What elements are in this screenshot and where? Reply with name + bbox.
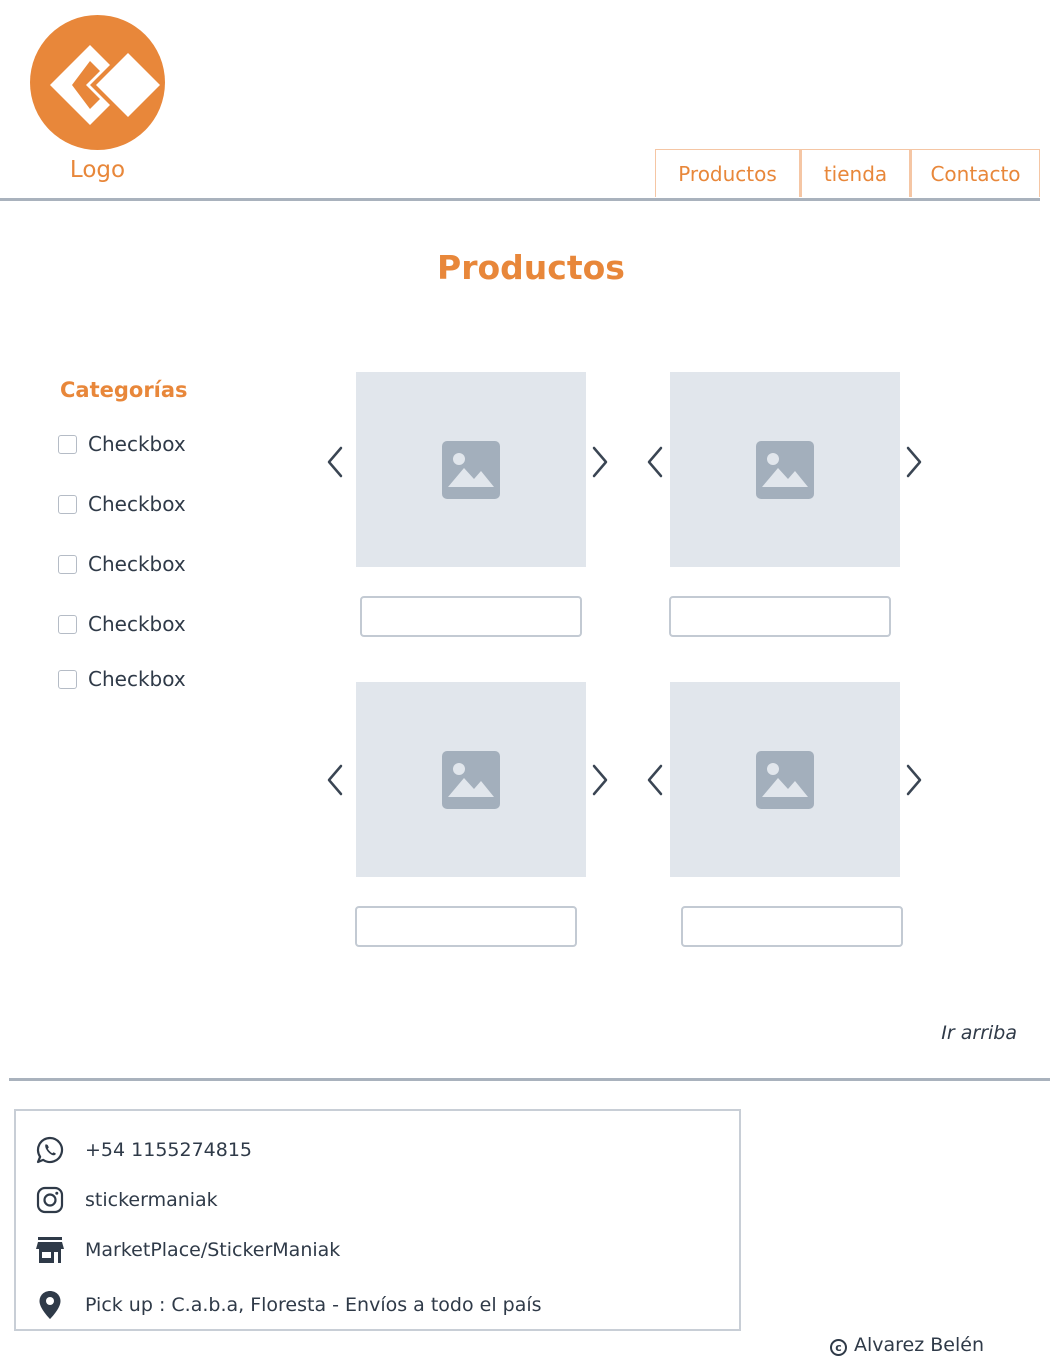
contact-text: stickermaniak	[85, 1189, 218, 1211]
contact-instagram[interactable]: stickermaniak	[34, 1184, 218, 1216]
prev-arrow-icon[interactable]	[643, 762, 667, 798]
checkbox[interactable]	[58, 554, 77, 574]
main-nav: Productos tienda Contacto	[655, 149, 1040, 199]
prev-arrow-icon[interactable]	[643, 444, 667, 480]
contact-marketplace[interactable]: MarketPlace/StickerManiak	[34, 1234, 340, 1266]
header-divider	[0, 198, 1040, 201]
logo-label: Logo	[69, 157, 126, 183]
prev-arrow-icon[interactable]	[323, 444, 347, 480]
category-checkbox-5[interactable]: Checkbox	[58, 667, 186, 691]
image-placeholder-icon	[442, 440, 500, 499]
nav-tab-productos[interactable]: Productos	[655, 149, 800, 197]
image-placeholder-icon	[756, 440, 814, 499]
checkbox-label: Checkbox	[88, 492, 186, 516]
instagram-icon	[34, 1184, 66, 1216]
product-name-field[interactable]	[360, 596, 582, 637]
category-checkbox-4[interactable]: Checkbox	[58, 612, 186, 636]
product-image[interactable]	[670, 682, 900, 877]
nav-tab-contacto[interactable]: Contacto	[910, 149, 1040, 197]
contact-text: Pick up : C.a.b.a, Floresta - Envíos a t…	[85, 1294, 542, 1316]
product-image[interactable]	[670, 372, 900, 567]
contact-text: MarketPlace/StickerManiak	[85, 1239, 341, 1261]
store-icon	[34, 1234, 66, 1266]
contact-whatsapp[interactable]: +54 1155274815	[34, 1134, 252, 1166]
copyright-text: Alvarez Belén	[854, 1334, 984, 1356]
checkbox-label: Checkbox	[88, 612, 186, 636]
checkbox[interactable]	[58, 494, 77, 514]
footer-divider	[9, 1078, 1050, 1081]
checkbox-label: Checkbox	[88, 432, 186, 456]
prev-arrow-icon[interactable]	[323, 762, 347, 798]
category-checkbox-1[interactable]: Checkbox	[58, 432, 186, 456]
logo-icon	[50, 45, 160, 125]
next-arrow-icon[interactable]	[588, 762, 612, 798]
product-image[interactable]	[356, 372, 586, 567]
product-name-field[interactable]	[355, 906, 577, 947]
image-placeholder-icon	[756, 750, 814, 809]
category-checkbox-3[interactable]: Checkbox	[58, 552, 186, 576]
product-image[interactable]	[356, 682, 586, 877]
next-arrow-icon[interactable]	[902, 762, 926, 798]
category-checkbox-2[interactable]: Checkbox	[58, 492, 186, 516]
copyright-icon: c	[830, 1338, 847, 1356]
product-name-field[interactable]	[681, 906, 903, 947]
go-to-top-link[interactable]: Ir arriba	[900, 1022, 1017, 1044]
next-arrow-icon[interactable]	[588, 444, 612, 480]
copyright: c Alvarez Belén	[830, 1334, 984, 1356]
page-title: Productos	[437, 248, 625, 287]
next-arrow-icon[interactable]	[902, 444, 926, 480]
checkbox[interactable]	[58, 614, 77, 634]
logo[interactable]	[30, 15, 165, 150]
nav-tab-tienda[interactable]: tienda	[800, 149, 910, 197]
whatsapp-icon	[34, 1134, 66, 1166]
categories-title: Categorías	[60, 378, 188, 402]
checkbox[interactable]	[58, 669, 77, 689]
product-name-field[interactable]	[669, 596, 891, 637]
location-pin-icon	[34, 1289, 66, 1321]
contact-text: +54 1155274815	[85, 1139, 253, 1161]
checkbox-label: Checkbox	[88, 552, 186, 576]
checkbox-label: Checkbox	[88, 667, 186, 691]
image-placeholder-icon	[442, 750, 500, 809]
contact-location[interactable]: Pick up : C.a.b.a, Floresta - Envíos a t…	[34, 1289, 542, 1321]
checkbox[interactable]	[58, 434, 77, 454]
